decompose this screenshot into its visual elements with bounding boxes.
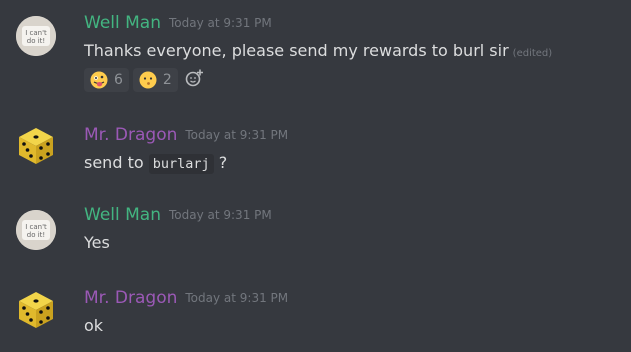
add-reaction-button[interactable] (184, 68, 204, 92)
inline-code: burlarj (148, 154, 214, 174)
message-content: Thanks everyone, please send my rewards … (84, 40, 552, 65)
avatar-text-line2: do it! (27, 37, 45, 45)
username[interactable]: Well Man Today at 9:31 PM (84, 204, 272, 227)
dice-avatar-icon (19, 128, 53, 164)
avatar-text-line1: I can't (25, 223, 47, 231)
author-name[interactable]: Well Man (84, 205, 161, 225)
reaction-count: 6 (114, 72, 123, 88)
author-name[interactable]: Mr. Dragon (84, 288, 177, 308)
timestamp: Today at 9:31 PM (185, 291, 289, 305)
reaction-count: 2 (162, 72, 172, 88)
whistling-face-emoji-icon (139, 71, 157, 89)
reactions: 6 2 (84, 68, 204, 92)
avatar[interactable]: I can't do it! (16, 210, 56, 250)
timestamp: Today at 9:31 PM (168, 16, 272, 30)
add-reaction-icon (185, 69, 203, 87)
timestamp: Today at 9:31 PM (168, 208, 272, 222)
reaction-whistling[interactable]: 2 (132, 68, 178, 92)
message-content: send to burlarj ? (84, 152, 227, 175)
avatar[interactable] (16, 126, 56, 166)
author-name[interactable]: Mr. Dragon (84, 125, 177, 145)
dice-avatar-icon (19, 292, 53, 328)
message-text-tail: ? (218, 153, 228, 172)
message-group: I can't do it! Well Man Today at 9:31 PM … (0, 198, 631, 268)
message-text: send to (84, 153, 144, 172)
message-group: Mr. Dragon Today at 9:31 PM ok (0, 280, 631, 350)
edited-label: (edited) (512, 48, 553, 59)
author-name[interactable]: Well Man (84, 13, 161, 33)
message-text: Thanks everyone, please send my rewards … (84, 41, 509, 60)
reaction-tongue-out[interactable]: 6 (84, 68, 129, 92)
note-avatar-icon: I can't do it! (16, 16, 56, 56)
message-group: I can't do it! Well Man Today at 9:31 PM … (0, 0, 631, 100)
username[interactable]: Mr. Dragon Today at 9:31 PM (84, 124, 288, 147)
avatar[interactable] (16, 290, 56, 330)
timestamp: Today at 9:31 PM (185, 128, 289, 142)
avatar-text-line1: I can't (25, 29, 47, 37)
avatar[interactable]: I can't do it! (16, 16, 56, 56)
message-text: Yes (84, 233, 110, 252)
message-group: Mr. Dragon Today at 9:31 PM send to burla… (0, 118, 631, 188)
avatar-text-line2: do it! (27, 231, 45, 239)
username[interactable]: Well Man Today at 9:31 PM (84, 12, 272, 35)
tongue-out-emoji-icon (90, 71, 108, 89)
username[interactable]: Mr. Dragon Today at 9:31 PM (84, 287, 288, 310)
message-text: ok (84, 316, 104, 335)
message-content: ok (84, 315, 103, 337)
note-avatar-icon: I can't do it! (16, 210, 56, 250)
message-content: Yes (84, 232, 110, 254)
